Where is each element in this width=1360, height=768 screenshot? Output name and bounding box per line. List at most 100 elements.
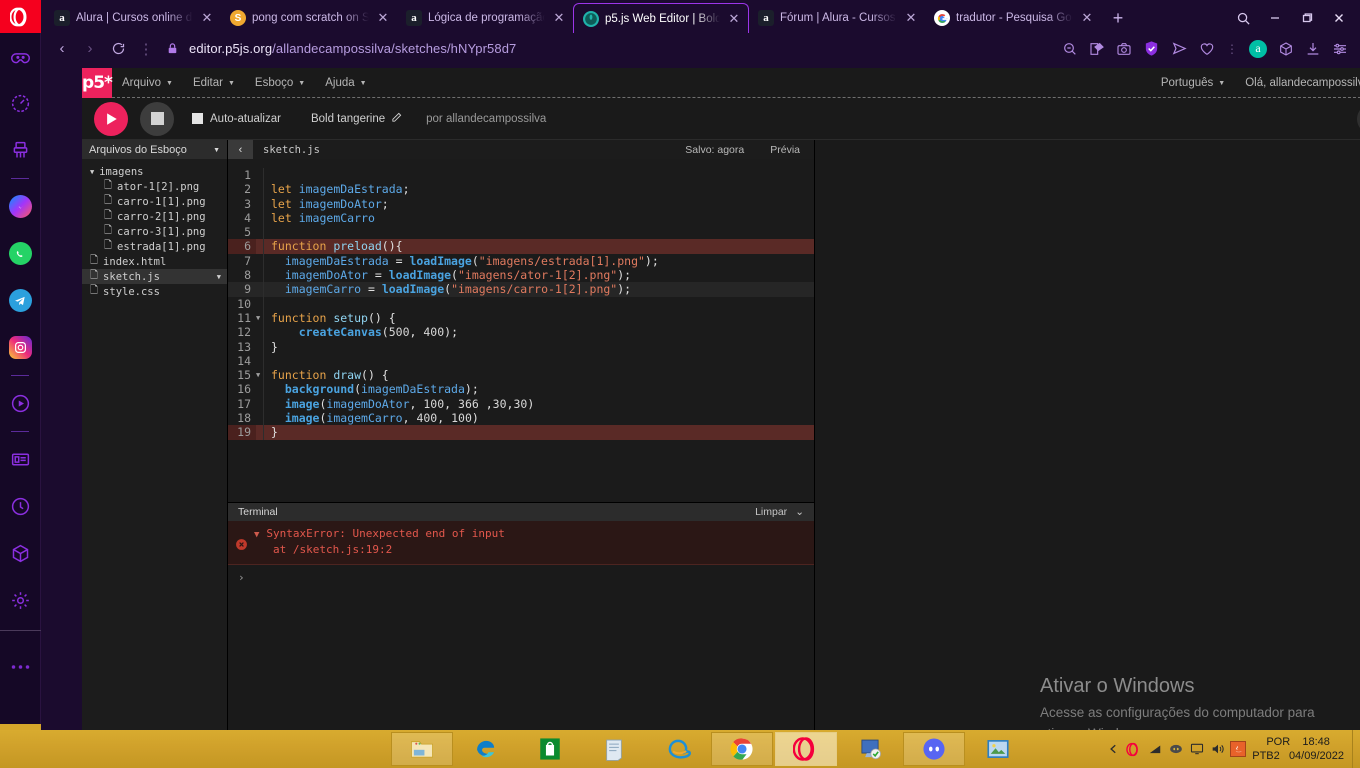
download-icon[interactable] <box>1305 41 1321 57</box>
code-line[interactable]: 3 let imagemDoAtor; <box>228 196 814 211</box>
fold-marker[interactable]: ▼ <box>256 368 263 382</box>
fold-marker[interactable] <box>256 382 263 396</box>
browser-tab[interactable]: a Alura | Cursos online de ✕ <box>45 3 221 33</box>
close-icon[interactable]: ✕ <box>726 11 742 27</box>
code-line[interactable]: 15 ▼ function draw() { <box>228 368 814 383</box>
code-line[interactable]: 7 imagemDaEstrada = loadImage("imagens/e… <box>228 253 814 269</box>
taskbar-chrome-icon[interactable] <box>711 732 773 766</box>
opera-logo[interactable] <box>0 0 41 33</box>
messenger-icon[interactable] <box>0 183 41 230</box>
cleaner-icon[interactable] <box>0 127 41 174</box>
menu-esboco[interactable]: Esboço ▼ <box>245 77 315 89</box>
close-icon[interactable] <box>1324 3 1354 33</box>
code-line[interactable]: 13} <box>228 339 814 354</box>
code-line[interactable]: 8 imagemDoAtor = loadImage("imagens/ator… <box>228 268 814 283</box>
reload-button[interactable] <box>105 36 131 62</box>
news-icon[interactable] <box>0 436 41 483</box>
browser-tab[interactable]: tradutor - Pesquisa Goog ✕ <box>925 3 1101 33</box>
minimize-icon[interactable] <box>1260 3 1290 33</box>
gamepad-icon[interactable] <box>0 33 41 80</box>
code-line[interactable]: 18 image(imagemCarro, 400, 100) <box>228 411 814 426</box>
browser-tab-active[interactable]: p5.js Web Editor | Bold ta ✕ <box>573 3 749 33</box>
player-icon[interactable] <box>0 380 41 427</box>
restore-icon[interactable] <box>1292 3 1322 33</box>
taskbar-notepad-icon[interactable] <box>583 732 645 766</box>
java-icon[interactable] <box>1228 741 1248 757</box>
run-button[interactable] <box>94 101 128 136</box>
tree-file[interactable]: 🗋 carro-2[1].png <box>82 209 227 224</box>
taskbar-edge-icon[interactable] <box>455 732 517 766</box>
chevron-down-icon[interactable]: ▼ <box>217 273 221 281</box>
checkbox-icon[interactable] <box>192 113 203 124</box>
tree-file[interactable]: 🗋 carro-3[1].png <box>82 224 227 239</box>
taskbar-internet-explorer-icon[interactable] <box>647 732 709 766</box>
tree-folder-imagens[interactable]: ▼ imagens <box>82 164 227 179</box>
fold-marker[interactable] <box>256 325 263 339</box>
tree-file-index-html[interactable]: 🗋 index.html <box>82 254 227 269</box>
menu-editar[interactable]: Editar ▼ <box>183 77 245 89</box>
code-editor[interactable]: 1 2 let imagemDaEstrada; 3 let imagemDoAtor;… <box>228 159 814 502</box>
code-line[interactable]: 2 let imagemDaEstrada; <box>228 182 814 197</box>
new-tab-button[interactable]: + <box>1101 3 1135 33</box>
fold-marker[interactable] <box>256 282 263 296</box>
taskbar-opera-icon[interactable] <box>775 732 837 766</box>
collapse-sidebar-button[interactable]: ‹ <box>228 140 253 159</box>
taskbar-clock[interactable]: POR 18:48 PTB2 04/09/2022 <box>1248 735 1352 763</box>
close-icon[interactable]: ✕ <box>903 10 919 26</box>
back-button[interactable]: ‹ <box>49 36 75 62</box>
show-hidden-icons-icon[interactable] <box>1102 743 1123 755</box>
gear-icon[interactable] <box>0 577 41 624</box>
code-line[interactable]: 14 <box>228 353 814 369</box>
telegram-icon[interactable] <box>0 277 41 324</box>
stop-button[interactable] <box>140 101 174 136</box>
code-line[interactable]: 19} <box>228 425 814 440</box>
terminal-clear-button[interactable]: Limpar <box>755 506 787 518</box>
fold-marker[interactable] <box>256 425 263 439</box>
code-line[interactable]: 10 <box>228 296 814 311</box>
monitor-icon[interactable] <box>1186 742 1207 756</box>
sketch-name[interactable]: Bold tangerine <box>311 112 402 126</box>
fold-marker[interactable] <box>256 297 263 311</box>
easy-setup-icon[interactable] <box>1332 41 1348 57</box>
url-text[interactable]: editor.p5js.org/allandecampossilva/sketc… <box>189 41 516 56</box>
fold-marker[interactable] <box>256 397 263 411</box>
taskbar-file-explorer-icon[interactable] <box>391 732 453 766</box>
fold-marker[interactable] <box>256 239 263 253</box>
files-panel-header[interactable]: Arquivos do Esboço ▼ <box>82 140 227 159</box>
fold-marker[interactable] <box>256 182 263 196</box>
tree-file[interactable]: 🗋 carro-1[1].png <box>82 194 227 209</box>
autorefresh-toggle[interactable]: Auto-atualizar <box>192 113 281 125</box>
search-icon[interactable] <box>1228 3 1258 33</box>
code-line[interactable]: 11 ▼ function setup() { <box>228 310 814 326</box>
terminal-prompt[interactable]: › <box>228 565 814 584</box>
cube-icon[interactable] <box>1278 41 1294 57</box>
account-menu[interactable]: Olá, allandecampossilva!▼ <box>1235 77 1360 89</box>
fold-marker[interactable] <box>256 411 263 425</box>
chevron-down-icon[interactable]: ▼ <box>213 147 220 154</box>
fold-marker[interactable] <box>256 340 263 354</box>
discord-tray-icon[interactable] <box>1165 742 1186 756</box>
code-line[interactable]: 17 image(imagemDoAtor, 100, 366 ,30,30) <box>228 396 814 412</box>
alura-extension-icon[interactable]: a <box>1249 39 1267 58</box>
show-desktop-button[interactable] <box>1352 730 1360 768</box>
sketch-author[interactable]: por allandecampossilva <box>426 113 546 125</box>
fold-marker[interactable] <box>256 211 263 225</box>
instagram-icon[interactable] <box>0 324 41 371</box>
taskbar-photos-icon[interactable] <box>967 732 1029 766</box>
close-icon[interactable]: ✕ <box>1079 10 1095 26</box>
code-line[interactable]: 4 let imagemCarro <box>228 210 814 226</box>
browser-tab[interactable]: a Lógica de programação: ✕ <box>397 3 573 33</box>
chevron-down-icon[interactable]: ⌄ <box>795 506 804 518</box>
triangle-down-icon[interactable]: ▼ <box>254 530 259 540</box>
fold-marker[interactable] <box>256 354 263 368</box>
pin-page-icon[interactable] <box>1089 41 1105 57</box>
whatsapp-icon[interactable] <box>0 230 41 277</box>
send-flow-icon[interactable] <box>1171 40 1188 57</box>
tree-file-sketch-js[interactable]: 🗋 sketch.js ▼ <box>82 269 227 284</box>
history-icon[interactable] <box>0 483 41 530</box>
pencil-icon[interactable] <box>391 112 402 126</box>
volume-icon[interactable] <box>1207 741 1228 757</box>
close-icon[interactable]: ✕ <box>551 10 567 26</box>
menu-arquivo[interactable]: Arquivo ▼ <box>112 77 183 89</box>
browser-tab[interactable]: S pong com scratch on Scr ✕ <box>221 3 397 33</box>
